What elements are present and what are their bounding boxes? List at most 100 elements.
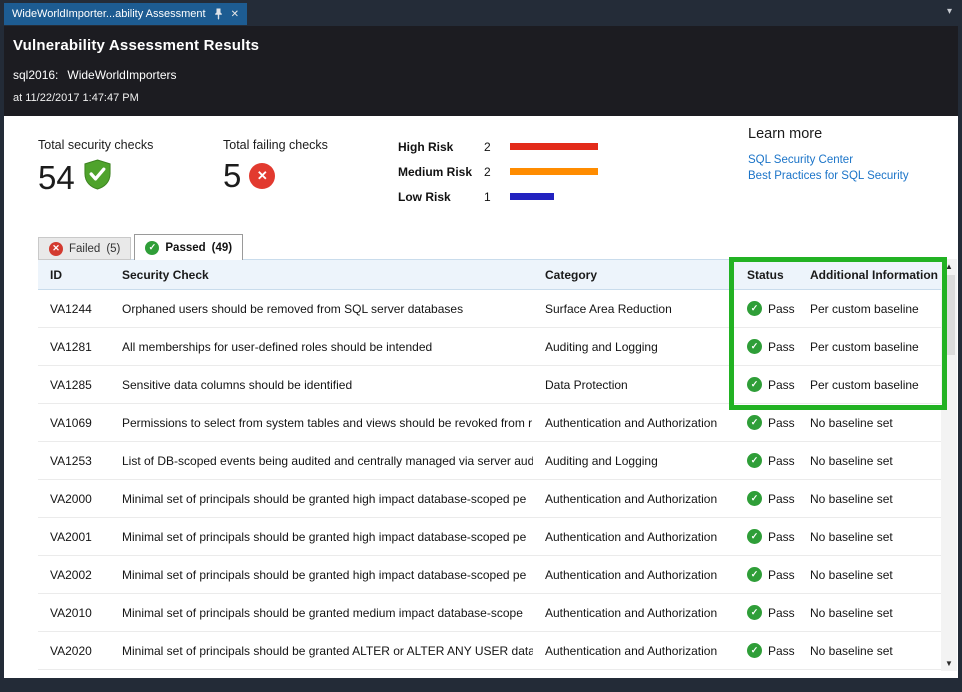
- row-status: ✓ Pass: [735, 453, 798, 468]
- row-status-label: Pass: [768, 644, 795, 658]
- failing-checks-value: 5: [223, 159, 241, 192]
- row-status-label: Pass: [768, 568, 795, 582]
- row-additional-info: Per custom baseline: [798, 340, 943, 354]
- column-header-status[interactable]: Status: [735, 268, 798, 282]
- scroll-up-icon[interactable]: ▲: [941, 262, 957, 271]
- row-status: ✓ Pass: [735, 643, 798, 658]
- risk-bar: [510, 143, 598, 150]
- risk-bar: [510, 193, 554, 200]
- table-row[interactable]: VA1069 Permissions to select from system…: [38, 404, 943, 442]
- row-security-check: All memberships for user-defined roles s…: [112, 340, 533, 354]
- row-category: Authentication and Authorization: [533, 530, 735, 544]
- pass-icon: ✓: [747, 643, 762, 658]
- table-row[interactable]: VA2001 Minimal set of principals should …: [38, 518, 943, 556]
- risk-count: 1: [484, 190, 510, 204]
- row-status-label: Pass: [768, 606, 795, 620]
- results-header: Vulnerability Assessment Results sql2016…: [4, 26, 958, 116]
- table-row[interactable]: VA1285 Sensitive data columns should be …: [38, 366, 943, 404]
- document-tab[interactable]: WideWorldImporter...ability Assessment ✕: [4, 3, 247, 25]
- row-additional-info: No baseline set: [798, 454, 943, 468]
- pass-icon: ✓: [145, 241, 159, 255]
- total-checks-label: Total security checks: [38, 138, 153, 152]
- pass-icon: ✓: [747, 491, 762, 506]
- column-header-check[interactable]: Security Check: [112, 268, 533, 282]
- row-additional-info: No baseline set: [798, 568, 943, 582]
- row-additional-info: No baseline set: [798, 644, 943, 658]
- row-status-label: Pass: [768, 340, 795, 354]
- table-header: ID Security Check Category Status Additi…: [38, 259, 943, 290]
- database-name: WideWorldImporters: [67, 68, 176, 82]
- row-security-check: Minimal set of principals should be gran…: [112, 644, 533, 658]
- content-area: Total security checks 54 Total failing c…: [4, 116, 958, 678]
- table-row[interactable]: VA2000 Minimal set of principals should …: [38, 480, 943, 518]
- column-header-id[interactable]: ID: [38, 268, 112, 282]
- table-body: VA1244 Orphaned users should be removed …: [38, 290, 943, 670]
- learn-more-link[interactable]: SQL Security Center: [748, 152, 909, 168]
- row-status: ✓ Pass: [735, 605, 798, 620]
- document-tab-title: WideWorldImporter...ability Assessment: [12, 8, 206, 20]
- column-header-info[interactable]: Additional Information: [798, 268, 943, 282]
- scroll-down-icon[interactable]: ▼: [941, 659, 957, 668]
- tab-failed[interactable]: ✕ Failed (5): [38, 237, 131, 260]
- row-security-check: Minimal set of principals should be gran…: [112, 606, 533, 620]
- pass-icon: ✓: [747, 377, 762, 392]
- row-status-label: Pass: [768, 454, 795, 468]
- tab-failed-label: Failed: [69, 243, 100, 255]
- tab-failed-count: (5): [106, 243, 120, 255]
- total-checks-block: Total security checks 54: [38, 138, 153, 195]
- learn-more-panel: Learn more SQL Security CenterBest Pract…: [748, 126, 909, 184]
- server-name: sql2016:: [13, 68, 58, 82]
- risk-label: High Risk: [398, 140, 484, 154]
- table-row[interactable]: VA1253 List of DB-scoped events being au…: [38, 442, 943, 480]
- table-row[interactable]: VA2002 Minimal set of principals should …: [38, 556, 943, 594]
- row-status: ✓ Pass: [735, 377, 798, 392]
- row-id: VA2020: [38, 644, 112, 658]
- risk-count: 2: [484, 140, 510, 154]
- pass-icon: ✓: [747, 339, 762, 354]
- row-security-check: Permissions to select from system tables…: [112, 416, 533, 430]
- row-additional-info: No baseline set: [798, 416, 943, 430]
- table-row[interactable]: VA1244 Orphaned users should be removed …: [38, 290, 943, 328]
- row-additional-info: No baseline set: [798, 606, 943, 620]
- row-status-label: Pass: [768, 492, 795, 506]
- server-line: sql2016: WideWorldImporters: [13, 68, 958, 82]
- row-id: VA1281: [38, 340, 112, 354]
- row-status-label: Pass: [768, 302, 795, 316]
- table-row[interactable]: VA2010 Minimal set of principals should …: [38, 594, 943, 632]
- tab-passed[interactable]: ✓ Passed (49): [134, 234, 243, 260]
- total-checks-value: 54: [38, 161, 75, 194]
- pass-icon: ✓: [747, 453, 762, 468]
- scrollbar-thumb[interactable]: [943, 275, 955, 355]
- table-row[interactable]: VA1281 All memberships for user-defined …: [38, 328, 943, 366]
- close-icon[interactable]: ✕: [231, 9, 239, 20]
- dropdown-arrow-icon[interactable]: ▾: [947, 6, 952, 17]
- row-security-check: List of DB-scoped events being audited a…: [112, 454, 533, 468]
- row-status: ✓ Pass: [735, 567, 798, 582]
- row-status: ✓ Pass: [735, 415, 798, 430]
- table-row[interactable]: VA2020 Minimal set of principals should …: [38, 632, 943, 670]
- learn-more-link[interactable]: Best Practices for SQL Security: [748, 168, 909, 184]
- row-security-check: Minimal set of principals should be gran…: [112, 568, 533, 582]
- column-header-category[interactable]: Category: [533, 268, 735, 282]
- result-tabs: ✕ Failed (5) ✓ Passed (49): [38, 234, 243, 260]
- pass-icon: ✓: [747, 301, 762, 316]
- pass-icon: ✓: [747, 605, 762, 620]
- failing-checks-block: Total failing checks 5 ✕: [223, 138, 328, 192]
- fail-icon: ✕: [49, 242, 63, 256]
- vulnerability-assessment-window: WideWorldImporter...ability Assessment ✕…: [0, 0, 962, 692]
- row-category: Data Protection: [533, 378, 735, 392]
- row-security-check: Orphaned users should be removed from SQ…: [112, 302, 533, 316]
- row-id: VA1253: [38, 454, 112, 468]
- tab-passed-count: (49): [212, 242, 232, 254]
- pass-icon: ✓: [747, 567, 762, 582]
- fail-circle-icon: ✕: [249, 163, 275, 189]
- tab-passed-label: Passed: [165, 242, 205, 254]
- row-category: Authentication and Authorization: [533, 606, 735, 620]
- row-additional-info: Per custom baseline: [798, 378, 943, 392]
- risk-bar: [510, 168, 598, 175]
- vertical-scrollbar[interactable]: ▲ ▼: [941, 259, 957, 671]
- learn-more-title: Learn more: [748, 126, 909, 142]
- pin-icon[interactable]: [214, 8, 223, 20]
- titlebar: WideWorldImporter...ability Assessment ✕…: [0, 0, 962, 26]
- results-table: ID Security Check Category Status Additi…: [38, 259, 943, 670]
